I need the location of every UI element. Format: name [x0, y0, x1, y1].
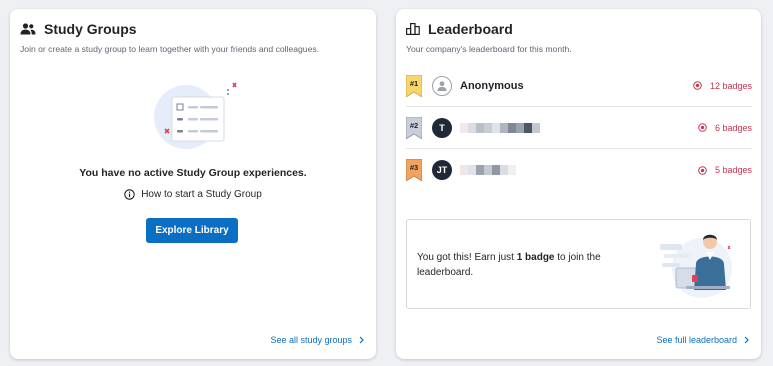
see-full-leaderboard-link[interactable]: See full leaderboard: [656, 335, 749, 345]
leaderboard-row: #1 Anonymous 12 badges: [406, 65, 752, 107]
leaderboard-row: #3 JT 5 badges: [406, 149, 752, 191]
leaderboard-subtitle: Your company's leaderboard for this mont…: [406, 44, 572, 54]
study-groups-title: Study Groups: [44, 21, 137, 37]
study-groups-header: Study Groups: [20, 21, 137, 37]
empty-state-illustration: [150, 77, 240, 161]
leaderboard-card: Leaderboard Your company's leaderboard f…: [396, 9, 761, 359]
explore-library-button[interactable]: Explore Library: [146, 218, 238, 243]
target-icon: [693, 81, 702, 90]
study-groups-card: Study Groups Join or create a study grou…: [10, 9, 376, 359]
see-all-study-groups-label: See all study groups: [270, 335, 352, 345]
blurred-name: [460, 165, 516, 175]
leaderboard-name: Anonymous: [460, 79, 524, 92]
rank-label: #3: [409, 163, 419, 172]
see-all-study-groups-link[interactable]: See all study groups: [270, 335, 364, 345]
badge-count: 5 badges: [698, 165, 752, 175]
promo-text-start: You got this! Earn just: [417, 252, 517, 263]
chevron-right-icon: [744, 336, 749, 344]
leaderboard-row: #2 T 6 badges: [406, 107, 752, 149]
leaderboard-icon: [406, 23, 420, 35]
leaderboard-header: Leaderboard: [406, 21, 513, 37]
info-icon: [124, 189, 135, 200]
empty-state-message: You have no active Study Group experienc…: [79, 167, 307, 179]
leaderboard-title: Leaderboard: [428, 21, 513, 37]
see-full-leaderboard-label: See full leaderboard: [656, 335, 737, 345]
person-at-laptop-illustration: [656, 230, 738, 300]
target-icon: [698, 123, 707, 132]
badge-count-label: 5 badges: [714, 165, 752, 175]
study-groups-subtitle: Join or create a study group to learn to…: [20, 44, 320, 54]
rank-badge: #2: [406, 116, 422, 139]
people-icon: [20, 23, 36, 35]
leaderboard-promo: You got this! Earn just 1 badge to join …: [406, 219, 751, 309]
anonymous-avatar-icon: [432, 75, 452, 96]
blurred-name: [460, 122, 540, 133]
rank-badge: #1: [406, 74, 422, 97]
promo-text: You got this! Earn just 1 badge to join …: [417, 250, 617, 280]
rank-label: #2: [409, 120, 419, 130]
target-icon: [698, 165, 707, 175]
badge-count: 12 badges: [693, 81, 752, 91]
badge-count-label: 12 badges: [709, 80, 752, 91]
user-avatar: T: [432, 117, 452, 138]
user-avatar: JT: [432, 160, 452, 180]
badge-count-label: 6 badges: [714, 122, 752, 133]
chevron-right-icon: [359, 336, 364, 344]
promo-text-bold: 1 badge: [516, 252, 555, 263]
howto-label: How to start a Study Group: [141, 189, 262, 200]
rank-label: #1: [409, 78, 419, 88]
rank-badge: #3: [406, 159, 422, 181]
badge-count: 6 badges: [698, 123, 752, 133]
howto-link[interactable]: How to start a Study Group: [10, 189, 376, 200]
